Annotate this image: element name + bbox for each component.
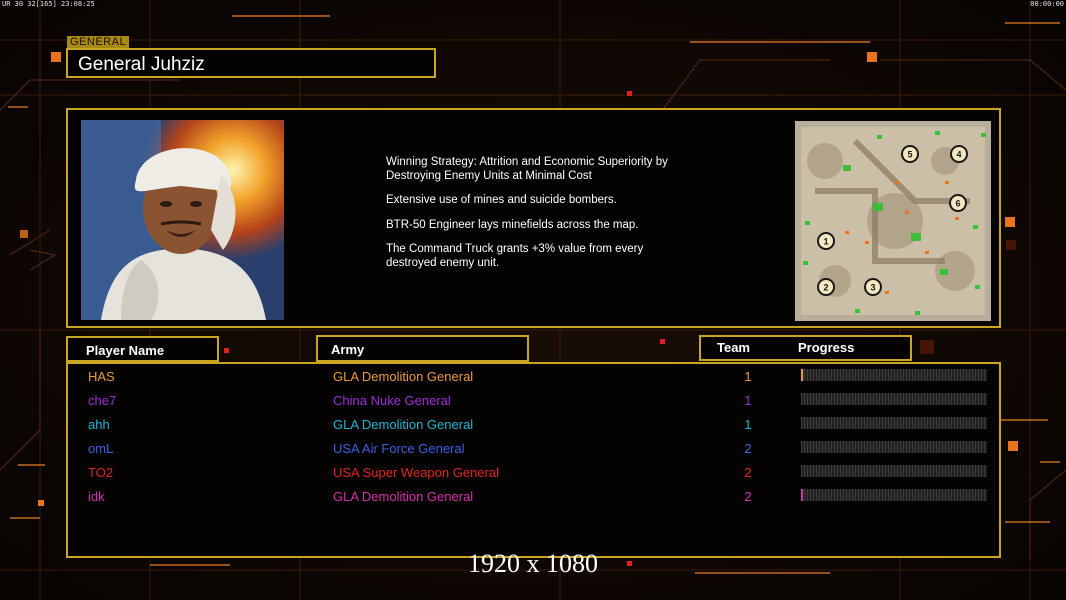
player-list: HAS GLA Demolition General 1 che7 China … bbox=[66, 362, 1001, 558]
player-army: USA Super Weapon General bbox=[333, 465, 499, 480]
player-name: HAS bbox=[88, 369, 115, 384]
general-name-box: General Juhziz bbox=[66, 48, 436, 78]
start-position-1: 1 bbox=[817, 232, 835, 250]
general-tag: GENERAL bbox=[67, 36, 130, 48]
player-army: China Nuke General bbox=[333, 393, 451, 408]
description-strategy: Winning Strategy: Attrition and Economic… bbox=[386, 156, 668, 182]
description-command-truck: The Command Truck grants +3% value from … bbox=[386, 243, 644, 269]
player-row: idk GLA Demolition General 2 bbox=[68, 485, 1003, 509]
general-name: General Juhziz bbox=[78, 54, 205, 75]
svg-text:2: 2 bbox=[823, 283, 828, 293]
player-team: 2 bbox=[744, 489, 752, 504]
progress-fill bbox=[801, 369, 803, 381]
header-player-name-label: Player Name bbox=[86, 343, 165, 358]
header-army: Army bbox=[316, 335, 529, 362]
header-team-progress: Team Progress bbox=[699, 335, 912, 361]
status-fps-clock: UR 30 32[165] 23:08:25 bbox=[2, 0, 95, 8]
player-army: GLA Demolition General bbox=[333, 417, 474, 432]
player-army: GLA Demolition General bbox=[333, 489, 474, 504]
general-portrait bbox=[81, 120, 284, 320]
status-timer: 00:00:00 bbox=[1030, 0, 1064, 8]
player-row: HAS GLA Demolition General 1 bbox=[68, 365, 1003, 389]
player-team: 1 bbox=[744, 369, 752, 384]
player-row: ahh GLA Demolition General 1 bbox=[68, 413, 1003, 437]
player-team: 1 bbox=[744, 393, 752, 408]
svg-text:1: 1 bbox=[823, 237, 828, 247]
progress-bar bbox=[801, 465, 987, 477]
resolution-label: 1920 x 1080 bbox=[468, 549, 598, 578]
progress-fill bbox=[801, 489, 803, 501]
player-name: ahh bbox=[88, 417, 110, 432]
header-army-label: Army bbox=[331, 342, 365, 357]
player-row: omL USA Air Force General 2 bbox=[68, 437, 1003, 461]
player-army: USA Air Force General bbox=[333, 441, 465, 456]
progress-bar bbox=[801, 441, 987, 453]
player-name: che7 bbox=[88, 393, 117, 408]
start-position-5: 5 bbox=[901, 145, 919, 163]
header-team-label: Team bbox=[717, 340, 750, 355]
start-position-2: 2 bbox=[817, 278, 835, 296]
svg-text:3: 3 bbox=[870, 283, 875, 293]
progress-bar bbox=[801, 369, 987, 381]
description-mines: Extensive use of mines and suicide bombe… bbox=[386, 194, 617, 206]
player-team: 2 bbox=[744, 441, 752, 456]
player-name: omL bbox=[88, 441, 114, 456]
svg-text:5: 5 bbox=[907, 150, 912, 160]
player-row: che7 China Nuke General 1 bbox=[68, 389, 1003, 413]
map-preview: 1 2 3 4 5 6 bbox=[795, 121, 991, 321]
start-position-6: 6 bbox=[949, 194, 967, 212]
progress-bar bbox=[801, 393, 987, 405]
header-progress-label: Progress bbox=[798, 340, 855, 355]
svg-text:4: 4 bbox=[956, 150, 961, 160]
start-position-3: 3 bbox=[864, 278, 882, 296]
player-team: 2 bbox=[744, 465, 752, 480]
progress-bar bbox=[801, 417, 987, 429]
player-name: TO2 bbox=[88, 465, 114, 480]
description-engineer: BTR-50 Engineer lays minefields across t… bbox=[386, 218, 639, 231]
player-name: idk bbox=[88, 489, 105, 504]
header-player-name: Player Name bbox=[66, 336, 219, 362]
player-row: TO2 USA Super Weapon General 2 bbox=[68, 461, 1003, 485]
svg-text:6: 6 bbox=[955, 199, 960, 209]
general-description: Winning Strategy: Attrition and Economic… bbox=[386, 156, 726, 281]
progress-bar bbox=[801, 489, 987, 501]
player-team: 1 bbox=[744, 417, 752, 432]
start-position-4: 4 bbox=[950, 145, 968, 163]
player-army: GLA Demolition General bbox=[333, 369, 474, 384]
general-info-panel: Winning Strategy: Attrition and Economic… bbox=[66, 108, 1001, 328]
